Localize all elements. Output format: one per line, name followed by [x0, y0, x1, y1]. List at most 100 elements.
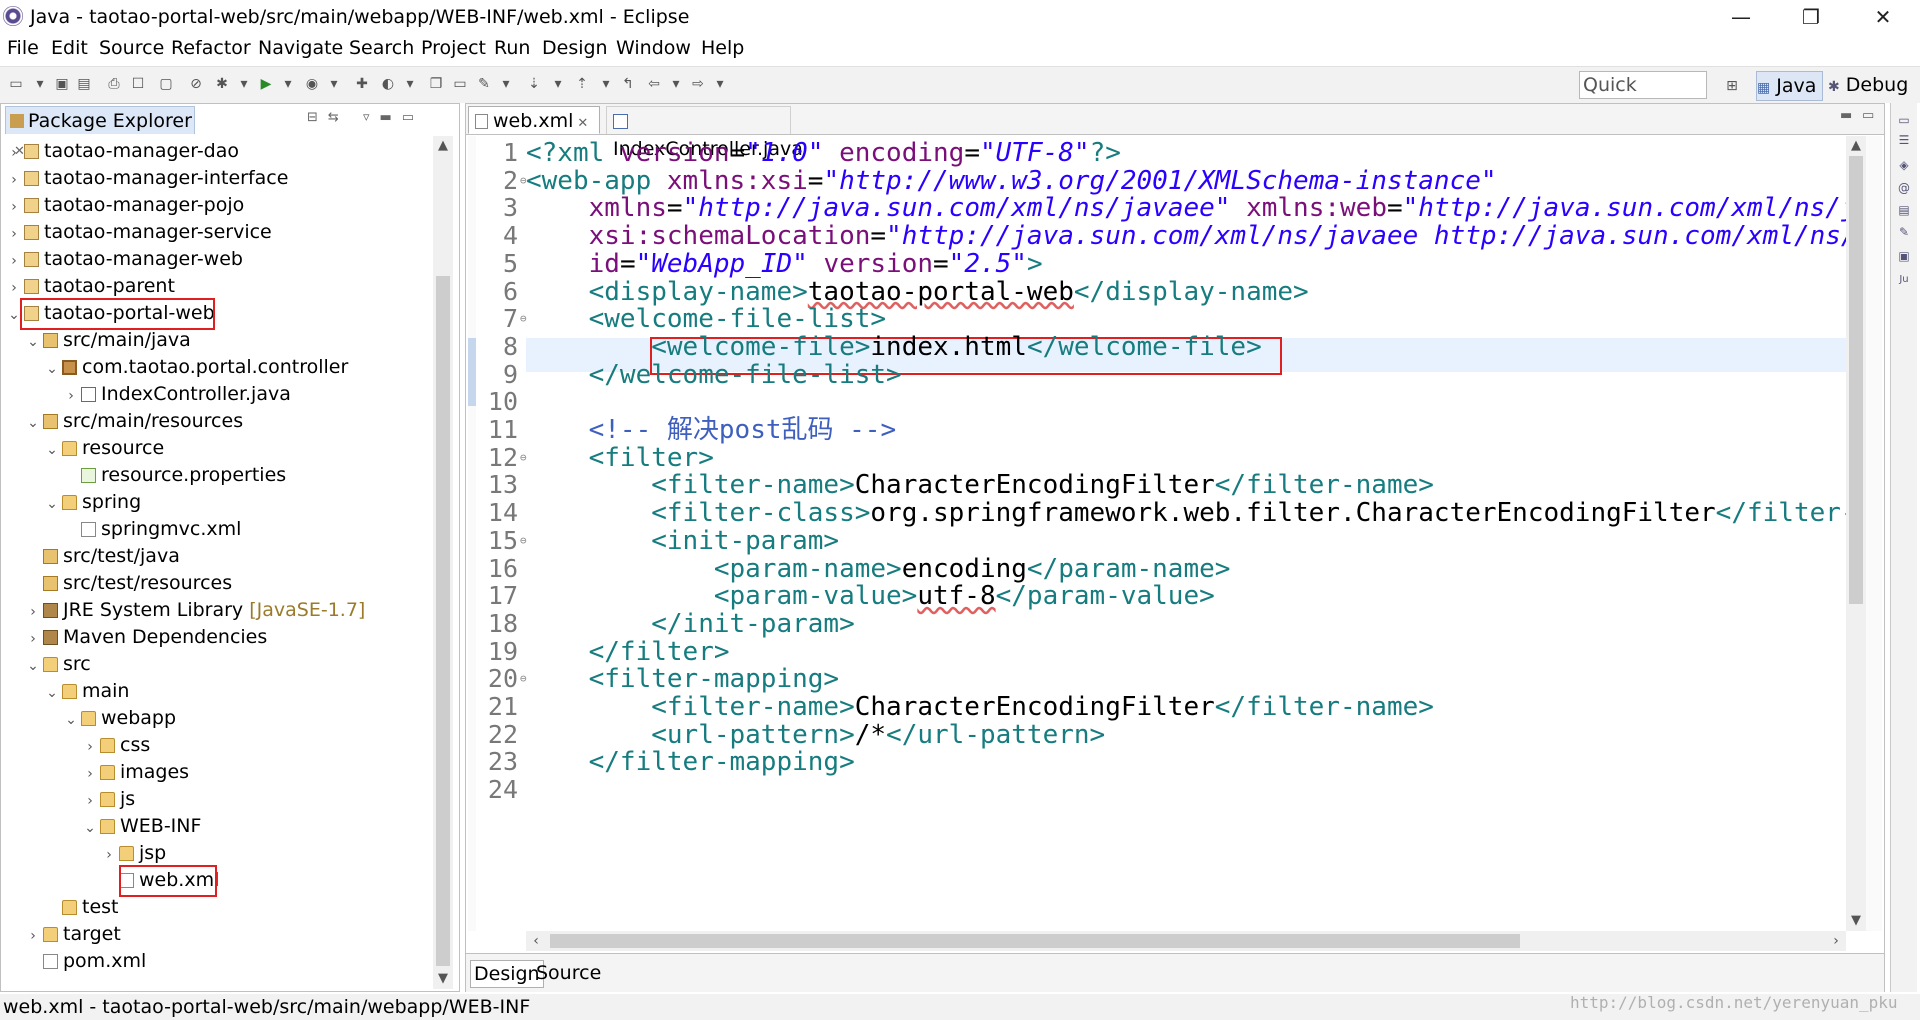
- open-perspective-icon[interactable]: ⊞: [1724, 78, 1740, 94]
- tree-item[interactable]: › js: [83, 786, 135, 812]
- scroll-thumb[interactable]: [550, 934, 1520, 948]
- javadoc-icon[interactable]: ▤: [1897, 203, 1911, 217]
- tree-item[interactable]: › jsp: [102, 840, 166, 866]
- open-folder-icon[interactable]: ▭: [452, 76, 468, 92]
- chevron-up-icon[interactable]: ▲: [1846, 136, 1866, 156]
- chevron-down-icon[interactable]: ⌄: [26, 329, 40, 355]
- chevron-down-icon[interactable]: ⌄: [45, 356, 59, 382]
- view-menu-icon[interactable]: ▿: [363, 110, 380, 125]
- editor-horizontal-scrollbar[interactable]: ‹ ›: [526, 931, 1846, 951]
- chevron-down-icon[interactable]: ⌄: [26, 410, 40, 436]
- chevron-down-icon[interactable]: ⌄: [45, 491, 59, 517]
- tree-item[interactable]: › target: [26, 921, 121, 947]
- chevron-down-icon[interactable]: ⌄: [45, 680, 59, 706]
- minimize-editor-icon[interactable]: ▬: [1840, 108, 1852, 123]
- menu-window[interactable]: Window: [616, 37, 691, 59]
- explorer-scrollbar[interactable]: ▲ ▼: [433, 136, 453, 989]
- menu-refactor[interactable]: Refactor: [171, 37, 251, 59]
- prev-dropdown-icon[interactable]: ▾: [598, 76, 614, 92]
- new-java-project-icon[interactable]: ✚: [354, 76, 370, 92]
- chevron-right-icon[interactable]: ›: [83, 788, 97, 814]
- tree-item[interactable]: src/test/resources: [26, 570, 232, 596]
- annotation-icon[interactable]: @: [1897, 181, 1911, 195]
- chevron-down-icon[interactable]: ⌄: [26, 653, 40, 679]
- chevron-down-icon[interactable]: ▼: [1846, 911, 1866, 931]
- chevron-right-icon[interactable]: ›: [1826, 931, 1846, 951]
- run-icon[interactable]: ▶: [258, 76, 274, 92]
- maximize-view-icon[interactable]: ▭: [402, 110, 424, 125]
- tree-item[interactable]: ⌄ com.taotao.portal.controller: [45, 354, 348, 380]
- terminal-icon[interactable]: ▢: [158, 76, 174, 92]
- next-annotation-icon[interactable]: ⇣: [526, 76, 542, 92]
- back-icon[interactable]: ⇦: [646, 76, 662, 92]
- restore-icon[interactable]: ▭: [1897, 113, 1911, 127]
- tree-item[interactable]: ⌄ src/main/resources: [26, 408, 243, 434]
- skip-breakpoints-icon[interactable]: ⊘: [188, 76, 204, 92]
- run-dropdown-icon[interactable]: ▾: [280, 76, 296, 92]
- collapse-all-icon[interactable]: ⊟: [307, 110, 328, 125]
- scroll-thumb[interactable]: [1849, 156, 1863, 604]
- chevron-right-icon[interactable]: ›: [102, 842, 116, 868]
- servers-icon[interactable]: ▣: [1897, 249, 1911, 263]
- code-area[interactable]: 1 <?xml version="1.0" encoding="UTF-8"?> 2…: [466, 136, 1846, 931]
- minimize-view-icon[interactable]: ▬: [379, 110, 401, 125]
- menu-navigate[interactable]: Navigate: [258, 37, 343, 59]
- minimize-button[interactable]: —: [1716, 2, 1766, 32]
- tab-source[interactable]: Source: [533, 960, 604, 986]
- tree-item[interactable]: › taotao-parent: [7, 273, 175, 299]
- chevron-right-icon[interactable]: ›: [83, 761, 97, 787]
- new-class-icon[interactable]: ◐: [380, 76, 396, 92]
- search-icon[interactable]: ✎: [476, 76, 492, 92]
- chevron-left-icon[interactable]: ‹: [526, 931, 546, 951]
- tree-item[interactable]: src/test/java: [26, 543, 180, 569]
- last-edit-icon[interactable]: ↰: [620, 76, 636, 92]
- coverage-dropdown-icon[interactable]: ▾: [326, 76, 342, 92]
- tree-item[interactable]: ⌄ spring: [45, 489, 141, 515]
- chevron-right-icon[interactable]: ›: [7, 140, 21, 166]
- chevron-right-icon[interactable]: ›: [7, 194, 21, 220]
- save-icon[interactable]: ▣: [54, 76, 70, 92]
- editor-scrollbar[interactable]: ▲ ▼: [1846, 136, 1866, 931]
- tree-item[interactable]: ⌄ src/main/java: [26, 327, 191, 353]
- tree-item[interactable]: › taotao-manager-pojo: [7, 192, 244, 218]
- chevron-right-icon[interactable]: ›: [7, 221, 21, 247]
- menu-file[interactable]: File: [7, 37, 39, 59]
- outline-icon[interactable]: ☰: [1897, 133, 1911, 147]
- quick-access-input[interactable]: Quick Access: [1579, 71, 1707, 122]
- open-type-icon[interactable]: ❐: [428, 76, 444, 92]
- menu-project[interactable]: Project: [421, 37, 486, 59]
- maximize-editor-icon[interactable]: ▭: [1862, 108, 1874, 123]
- tree-item[interactable]: resource.properties: [64, 462, 286, 488]
- menu-design[interactable]: Design: [542, 37, 608, 59]
- tree-item[interactable]: › taotao-manager-web: [7, 246, 243, 272]
- open-task-icon[interactable]: ☐: [130, 76, 146, 92]
- tab-web-xml[interactable]: web.xml ✕: [468, 106, 600, 134]
- class-dropdown-icon[interactable]: ▾: [402, 76, 418, 92]
- coverage-icon[interactable]: ◉: [304, 76, 320, 92]
- tree-item[interactable]: › Maven Dependencies: [26, 624, 267, 650]
- tree-item[interactable]: ⌄ resource: [45, 435, 164, 461]
- tree-item[interactable]: test: [45, 894, 119, 920]
- debug-perspective-button[interactable]: ✱ Debug: [1828, 71, 1918, 99]
- debug-icon[interactable]: ✱: [214, 76, 230, 92]
- console-icon[interactable]: ✎: [1897, 225, 1911, 239]
- menu-search[interactable]: Search: [349, 37, 414, 59]
- chevron-down-icon[interactable]: ⌄: [7, 302, 21, 328]
- chevron-down-icon[interactable]: ⌄: [45, 437, 59, 463]
- menu-help[interactable]: Help: [701, 37, 744, 59]
- chevron-down-icon[interactable]: ⌄: [64, 707, 78, 733]
- tree-item[interactable]: › taotao-manager-service: [7, 219, 272, 245]
- back-dropdown-icon[interactable]: ▾: [668, 76, 684, 92]
- tree-item[interactable]: › taotao-manager-interface: [7, 165, 288, 191]
- annotation-dropdown-icon[interactable]: ▾: [550, 76, 566, 92]
- chevron-right-icon[interactable]: ›: [26, 599, 40, 625]
- tree-item[interactable]: › images: [83, 759, 189, 785]
- junit-icon[interactable]: Ju: [1897, 273, 1911, 287]
- chevron-right-icon[interactable]: ›: [7, 248, 21, 274]
- tree-item[interactable]: › taotao-manager-dao: [7, 138, 239, 164]
- forward-icon[interactable]: ⇨: [690, 76, 706, 92]
- tab-index-controller[interactable]: IndexController.java: [606, 106, 803, 160]
- tree-item[interactable]: › css: [83, 732, 150, 758]
- chevron-down-icon[interactable]: ⌄: [83, 815, 97, 841]
- tree-item[interactable]: ⌄ webapp: [64, 705, 176, 731]
